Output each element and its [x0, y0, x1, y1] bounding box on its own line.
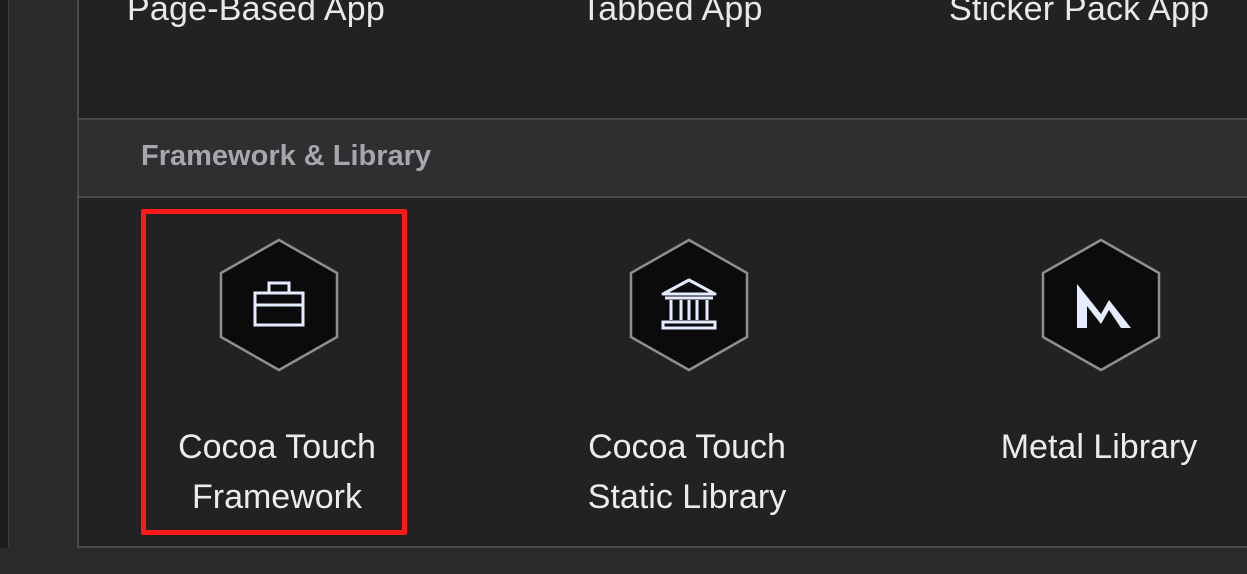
application-templates-row: Page-Based App Tabbed App Sticker Pack A…: [79, 0, 1247, 120]
item-label: Metal Library: [1000, 428, 1198, 466]
template-chooser: Page-Based App Tabbed App Sticker Pack A…: [0, 0, 1247, 574]
template-tabbed-app[interactable]: Tabbed App: [581, 0, 763, 29]
library-building-icon: [627, 238, 751, 372]
section-title: Framework & Library: [141, 140, 432, 172]
selection-highlight: [141, 209, 407, 535]
template-page-based-app[interactable]: Page-Based App: [127, 0, 385, 29]
template-metal-library[interactable]: Metal Library: [969, 198, 1229, 538]
template-cocoa-touch-static-library[interactable]: Cocoa Touch Static Library: [557, 198, 817, 538]
item-label: Cocoa Touch Static Library: [587, 428, 787, 516]
window-bottom-area: [0, 548, 1247, 574]
template-sticker-pack-app[interactable]: Sticker Pack App: [949, 0, 1209, 29]
section-header-framework-library: Framework & Library: [79, 120, 1247, 198]
metal-icon: [1039, 238, 1163, 372]
window-edge: [0, 0, 9, 574]
